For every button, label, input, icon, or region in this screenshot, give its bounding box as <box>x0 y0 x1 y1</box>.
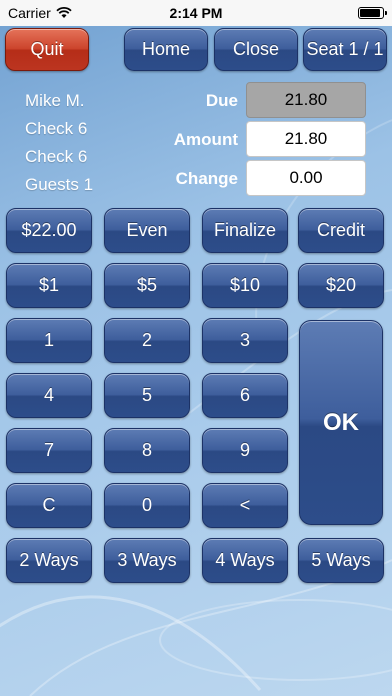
cash-1-button[interactable]: $1 <box>6 263 92 308</box>
split-4-ways-button[interactable]: 4 Ways <box>202 538 288 583</box>
backspace-button[interactable]: < <box>202 483 288 528</box>
status-time: 2:14 PM <box>169 5 223 21</box>
credit-button[interactable]: Credit <box>298 208 384 253</box>
key-0-button[interactable]: 0 <box>104 483 190 528</box>
key-3-button[interactable]: 3 <box>202 318 288 363</box>
close-button[interactable]: Close <box>214 28 298 71</box>
cash-10-button[interactable]: $10 <box>202 263 288 308</box>
guest-count: Guests 1 <box>25 175 94 194</box>
check-number: Check 6 <box>25 119 88 138</box>
ok-button[interactable]: OK <box>299 320 383 525</box>
change-field: 0.00 <box>246 160 366 196</box>
cash-5-button[interactable]: $5 <box>104 263 190 308</box>
due-label: Due <box>205 91 238 110</box>
preset-amount-button[interactable]: $22.00 <box>6 208 92 253</box>
seat-button[interactable]: Seat 1 / 1 <box>303 28 387 71</box>
due-field: 21.80 <box>246 82 366 118</box>
key-4-button[interactable]: 4 <box>6 373 92 418</box>
amount-label: Amount <box>173 130 238 149</box>
battery-icon <box>358 7 387 19</box>
home-button[interactable]: Home <box>124 28 208 71</box>
cash-20-button[interactable]: $20 <box>298 263 384 308</box>
quit-button[interactable]: Quit <box>5 28 89 71</box>
key-6-button[interactable]: 6 <box>202 373 288 418</box>
finalize-button[interactable]: Finalize <box>202 208 288 253</box>
status-bar: Carrier 2:14 PM <box>0 0 392 26</box>
key-1-button[interactable]: 1 <box>6 318 92 363</box>
clear-button[interactable]: C <box>6 483 92 528</box>
key-9-button[interactable]: 9 <box>202 428 288 473</box>
check-number-secondary: Check 6 <box>25 147 88 166</box>
split-3-ways-button[interactable]: 3 Ways <box>104 538 190 583</box>
key-8-button[interactable]: 8 <box>104 428 190 473</box>
split-2-ways-button[interactable]: 2 Ways <box>6 538 92 583</box>
even-button[interactable]: Even <box>104 208 190 253</box>
split-5-ways-button[interactable]: 5 Ways <box>298 538 384 583</box>
amount-field[interactable]: 21.80 <box>246 121 366 157</box>
key-7-button[interactable]: 7 <box>6 428 92 473</box>
server-name: Mike M. <box>25 91 85 110</box>
key-2-button[interactable]: 2 <box>104 318 190 363</box>
key-5-button[interactable]: 5 <box>104 373 190 418</box>
change-label: Change <box>175 169 238 188</box>
